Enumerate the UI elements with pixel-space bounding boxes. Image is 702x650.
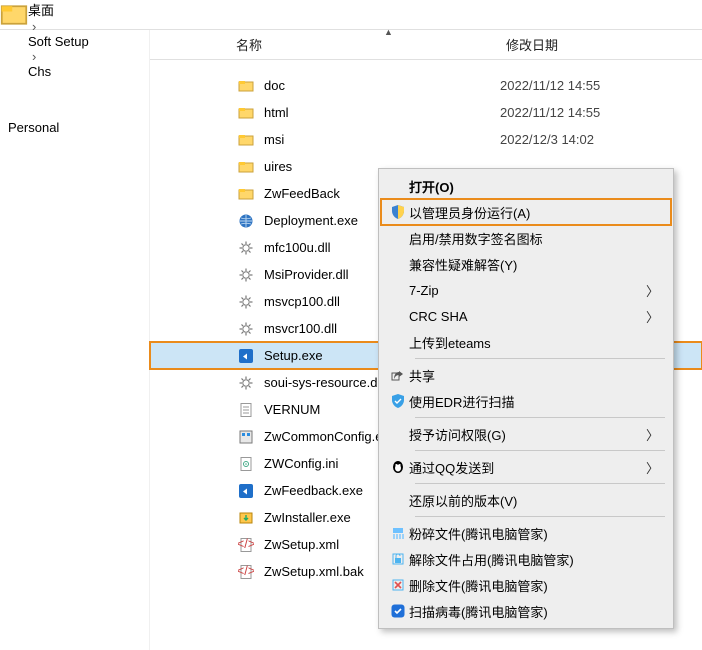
folder-icon	[236, 157, 256, 177]
menu-item[interactable]: 兼容性疑难解答(Y)	[381, 251, 671, 277]
menu-item[interactable]: 使用EDR进行扫描	[381, 388, 671, 414]
menu-item[interactable]: 共享	[381, 362, 671, 388]
menu-item-label: 上传到eteams	[409, 333, 491, 352]
chevron-right-icon: 〉	[646, 281, 659, 300]
menu-item-label: 授予访问权限(G)	[409, 425, 506, 444]
setup-icon	[236, 481, 256, 501]
scan-icon	[387, 603, 409, 619]
chevron-right-icon: 〉	[646, 307, 659, 326]
xml-icon: </>	[236, 535, 256, 555]
folder-icon	[236, 103, 256, 123]
shield-icon	[387, 204, 409, 220]
cog-icon	[236, 238, 256, 258]
folder-icon	[0, 1, 28, 29]
menu-item[interactable]: 以管理员身份运行(A)	[381, 199, 671, 225]
file-name: msi	[264, 132, 500, 147]
globe-icon	[236, 211, 256, 231]
xml-icon: </>	[236, 562, 256, 582]
chevron-right-icon: 〉	[646, 425, 659, 444]
menu-item-label: 粉碎文件(腾讯电脑管家)	[409, 524, 548, 543]
cog-icon	[236, 292, 256, 312]
address-bar: ›此电脑›桌面›Soft Setup›Chs	[0, 0, 702, 30]
cog-icon	[236, 373, 256, 393]
menu-item-label: 共享	[409, 366, 435, 385]
edr-icon	[387, 393, 409, 409]
cog-icon	[236, 265, 256, 285]
sidebar-item-label: Personal	[8, 120, 59, 135]
setup-icon	[236, 346, 256, 366]
menu-item[interactable]: 打开(O)	[381, 173, 671, 199]
col-name: 名称	[236, 38, 262, 53]
share-icon	[387, 367, 409, 383]
folder-icon	[236, 184, 256, 204]
cog-icon	[236, 319, 256, 339]
sidebar: Personal	[0, 30, 150, 650]
inst-icon	[236, 508, 256, 528]
menu-item-label: 7-Zip	[409, 283, 439, 298]
menu-separator	[415, 483, 665, 484]
context-menu: 打开(O) 以管理员身份运行(A) 启用/禁用数字签名图标兼容性疑难解答(Y) 7-Z…	[378, 168, 674, 629]
menu-separator	[415, 450, 665, 451]
menu-item[interactable]: 还原以前的版本(V)	[381, 487, 671, 513]
menu-item[interactable]: CRC SHA 〉	[381, 303, 671, 329]
menu-item[interactable]: 启用/禁用数字签名图标	[381, 225, 671, 251]
menu-item-label: 解除文件占用(腾讯电脑管家)	[409, 550, 574, 569]
menu-item-label: 启用/禁用数字签名图标	[409, 229, 543, 248]
menu-item[interactable]: 扫描病毒(腾讯电脑管家)	[381, 598, 671, 624]
menu-item[interactable]: 通过QQ发送到 〉	[381, 454, 671, 480]
column-header[interactable]: ▲ 名称 修改日期	[150, 30, 702, 60]
menu-item-label: 兼容性疑难解答(Y)	[409, 255, 517, 274]
txt-icon	[236, 400, 256, 420]
svg-text:</>: </>	[238, 564, 254, 578]
sort-indicator-icon: ▲	[384, 27, 393, 37]
menu-item-label: 以管理员身份运行(A)	[409, 203, 530, 222]
exe-icon	[236, 427, 256, 447]
menu-item[interactable]: 删除文件(腾讯电脑管家)	[381, 572, 671, 598]
menu-item-label: 删除文件(腾讯电脑管家)	[409, 576, 548, 595]
menu-item-label: 打开(O)	[409, 177, 454, 196]
file-date: 2022/11/12 14:55	[500, 78, 600, 93]
del-icon	[387, 577, 409, 593]
menu-item-label: 使用EDR进行扫描	[409, 392, 514, 411]
qq-icon	[387, 459, 409, 475]
menu-item-label: CRC SHA	[409, 309, 468, 324]
file-date: 2022/12/3 14:02	[500, 132, 594, 147]
shred-icon	[387, 525, 409, 541]
menu-separator	[415, 516, 665, 517]
folder-icon	[236, 76, 256, 96]
menu-item-label: 通过QQ发送到	[409, 458, 494, 477]
menu-item[interactable]: 粉碎文件(腾讯电脑管家)	[381, 520, 671, 546]
file-date: 2022/11/12 14:55	[500, 105, 600, 120]
folder-icon	[236, 130, 256, 150]
menu-item[interactable]: 7-Zip 〉	[381, 277, 671, 303]
file-name: html	[264, 105, 500, 120]
file-row[interactable]: html2022/11/12 14:55	[150, 99, 702, 126]
menu-separator	[415, 417, 665, 418]
sidebar-item-personal[interactable]: Personal	[0, 116, 149, 138]
menu-item[interactable]: 上传到eteams	[381, 329, 671, 355]
file-row[interactable]: msi2022/12/3 14:02	[150, 126, 702, 153]
menu-item[interactable]: 解除文件占用(腾讯电脑管家)	[381, 546, 671, 572]
menu-item-label: 扫描病毒(腾讯电脑管家)	[409, 602, 548, 621]
chevron-right-icon: 〉	[646, 458, 659, 477]
svg-text:</>: </>	[238, 537, 254, 551]
menu-item-label: 还原以前的版本(V)	[409, 491, 517, 510]
unlock-icon	[387, 551, 409, 567]
menu-separator	[415, 358, 665, 359]
menu-item[interactable]: 授予访问权限(G) 〉	[381, 421, 671, 447]
file-row[interactable]: doc2022/11/12 14:55	[150, 72, 702, 99]
breadcrumb-segment[interactable]: 桌面	[28, 0, 89, 19]
col-date: 修改日期	[506, 38, 558, 53]
file-name: doc	[264, 78, 500, 93]
ini-icon	[236, 454, 256, 474]
